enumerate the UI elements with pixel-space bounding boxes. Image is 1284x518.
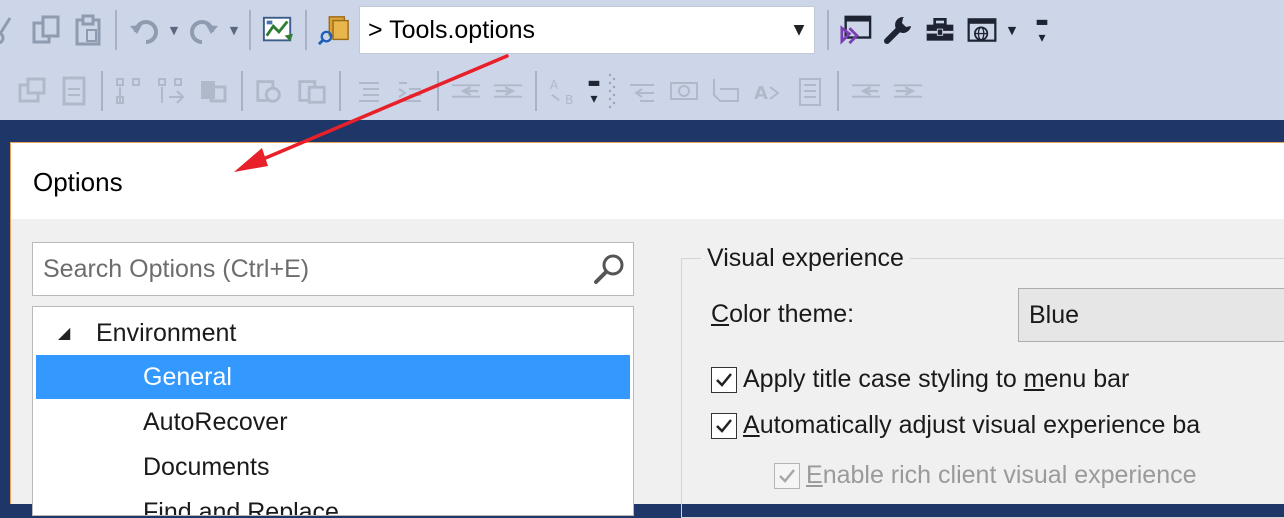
toolbar-separator xyxy=(339,71,341,111)
grip-icon xyxy=(607,73,617,109)
redo-icon[interactable] xyxy=(188,14,220,46)
checkmark-icon xyxy=(779,468,795,483)
color-theme-value: Blue xyxy=(1029,300,1080,329)
find-in-files-icon[interactable] xyxy=(318,14,350,46)
toolbar-overflow-icon[interactable]: ▬ ▾ xyxy=(587,75,601,107)
text-editor-toolbar: AB ▬ ▾ A xyxy=(0,62,1284,120)
toolbar-separator xyxy=(437,71,439,111)
tree-item-find-and-replace[interactable]: Find and Replace xyxy=(36,490,630,516)
options-dialog: Options ◢ Environment General AutoRecove… xyxy=(10,142,1284,518)
toolbar-separator xyxy=(241,71,243,111)
chevron-down-icon[interactable]: ▼ xyxy=(784,22,814,38)
toolbar-separator xyxy=(827,10,829,50)
tree-item-label: Documents xyxy=(143,452,270,481)
tag-icon[interactable] xyxy=(710,75,742,107)
paste-icon[interactable] xyxy=(72,14,104,46)
undo-dropdown-icon[interactable]: ▼ xyxy=(167,24,181,37)
complete-word-icon[interactable] xyxy=(198,75,230,107)
sort-icon[interactable]: AB xyxy=(548,75,580,107)
quick-info-icon[interactable] xyxy=(156,75,188,107)
tree-item-label: General xyxy=(143,362,232,391)
checkbox-label: Automatically adjust visual experience b… xyxy=(743,411,1201,439)
dialog-title: Options xyxy=(33,167,123,197)
format-text-icon[interactable]: A xyxy=(752,75,784,107)
checkbox-label: Apply title case styling to menu bar xyxy=(743,365,1130,393)
color-theme-label: Color theme: xyxy=(711,300,855,328)
toolbar-separator xyxy=(101,71,103,111)
wrench-icon[interactable] xyxy=(882,14,914,46)
toolbar-separator xyxy=(305,10,307,50)
decrease-indent-icon[interactable] xyxy=(450,75,482,107)
svg-text:A: A xyxy=(754,83,768,104)
svg-text:B: B xyxy=(565,93,573,107)
outdent-icon[interactable] xyxy=(352,75,384,107)
browser-dropdown-icon[interactable]: ▼ xyxy=(1005,24,1019,37)
checkbox[interactable] xyxy=(711,366,737,393)
toolbar-separator xyxy=(249,10,251,50)
toolbar-separator xyxy=(837,71,839,111)
html-outdent-icon[interactable] xyxy=(626,75,658,107)
page-layout-icon[interactable] xyxy=(794,75,826,107)
tree-item-environment[interactable]: ◢ Environment xyxy=(36,311,630,355)
checkmark-icon xyxy=(716,372,732,387)
standard-toolbar: ▼ ▼ > Tools.options ▼ ▼ ▬ ▾ xyxy=(0,0,1284,60)
toolbox-icon[interactable] xyxy=(924,14,956,46)
undo-icon[interactable] xyxy=(128,14,160,46)
tree-item-autorecover[interactable]: AutoRecover xyxy=(36,400,630,444)
search-input[interactable] xyxy=(33,243,573,295)
tree-item-label: Find and Replace xyxy=(143,497,339,516)
checkbox-label: Enable rich client visual experience xyxy=(806,461,1197,489)
chart-icon[interactable] xyxy=(262,14,294,46)
toolbar-separator xyxy=(535,71,537,111)
browser-icon[interactable] xyxy=(966,14,998,46)
at-symbol-icon[interactable] xyxy=(668,75,700,107)
color-theme-dropdown[interactable]: Blue xyxy=(1018,288,1284,342)
command-box-text[interactable]: > Tools.options xyxy=(360,16,784,45)
options-tree[interactable]: ◢ Environment General AutoRecover Docume… xyxy=(32,306,634,516)
list-members-icon[interactable] xyxy=(58,75,90,107)
bookmark-icon[interactable] xyxy=(296,75,328,107)
parameter-info-icon[interactable] xyxy=(114,75,146,107)
svg-text:A: A xyxy=(550,78,559,92)
group-label: Visual experience xyxy=(701,244,910,273)
checkbox[interactable] xyxy=(711,412,737,439)
command-search-box[interactable]: > Tools.options ▼ xyxy=(359,6,815,54)
tree-item-general[interactable]: General xyxy=(36,355,630,399)
checkbox-title-case-menu[interactable]: Apply title case styling to menu bar xyxy=(711,365,1129,394)
increase-indent-icon[interactable] xyxy=(892,75,924,107)
copy-icon[interactable] xyxy=(30,14,62,46)
checkbox-auto-adjust-visual[interactable]: Automatically adjust visual experience b… xyxy=(711,411,1200,440)
dialog-titlebar[interactable]: Options xyxy=(11,143,1284,219)
toolbar-separator xyxy=(115,10,117,50)
search-options-box[interactable] xyxy=(32,242,634,296)
vs-project-icon[interactable] xyxy=(840,14,872,46)
redo-dropdown-icon[interactable]: ▼ xyxy=(227,24,241,37)
tree-item-label: AutoRecover xyxy=(143,407,288,436)
tree-item-documents[interactable]: Documents xyxy=(36,445,630,489)
toolbar-overflow-icon[interactable]: ▬ ▾ xyxy=(1035,14,1049,46)
checkbox-rich-client-visual[interactable]: Enable rich client visual experience xyxy=(774,461,1197,490)
cut-icon[interactable] xyxy=(0,14,20,46)
checkbox[interactable] xyxy=(774,462,800,489)
comment-icon[interactable] xyxy=(254,75,286,107)
toolbar-row2-disabled-icons[interactable] xyxy=(16,75,48,107)
expanded-triangle-icon[interactable]: ◢ xyxy=(58,323,70,343)
toolbar-area: ▼ ▼ > Tools.options ▼ ▼ ▬ ▾ A B ▬ ▾ A xyxy=(0,0,1284,120)
indent-icon[interactable] xyxy=(394,75,426,107)
increase-indent-icon[interactable] xyxy=(492,75,524,107)
decrease-indent-icon[interactable] xyxy=(850,75,882,107)
search-icon[interactable] xyxy=(593,252,627,286)
checkmark-icon xyxy=(716,418,732,433)
